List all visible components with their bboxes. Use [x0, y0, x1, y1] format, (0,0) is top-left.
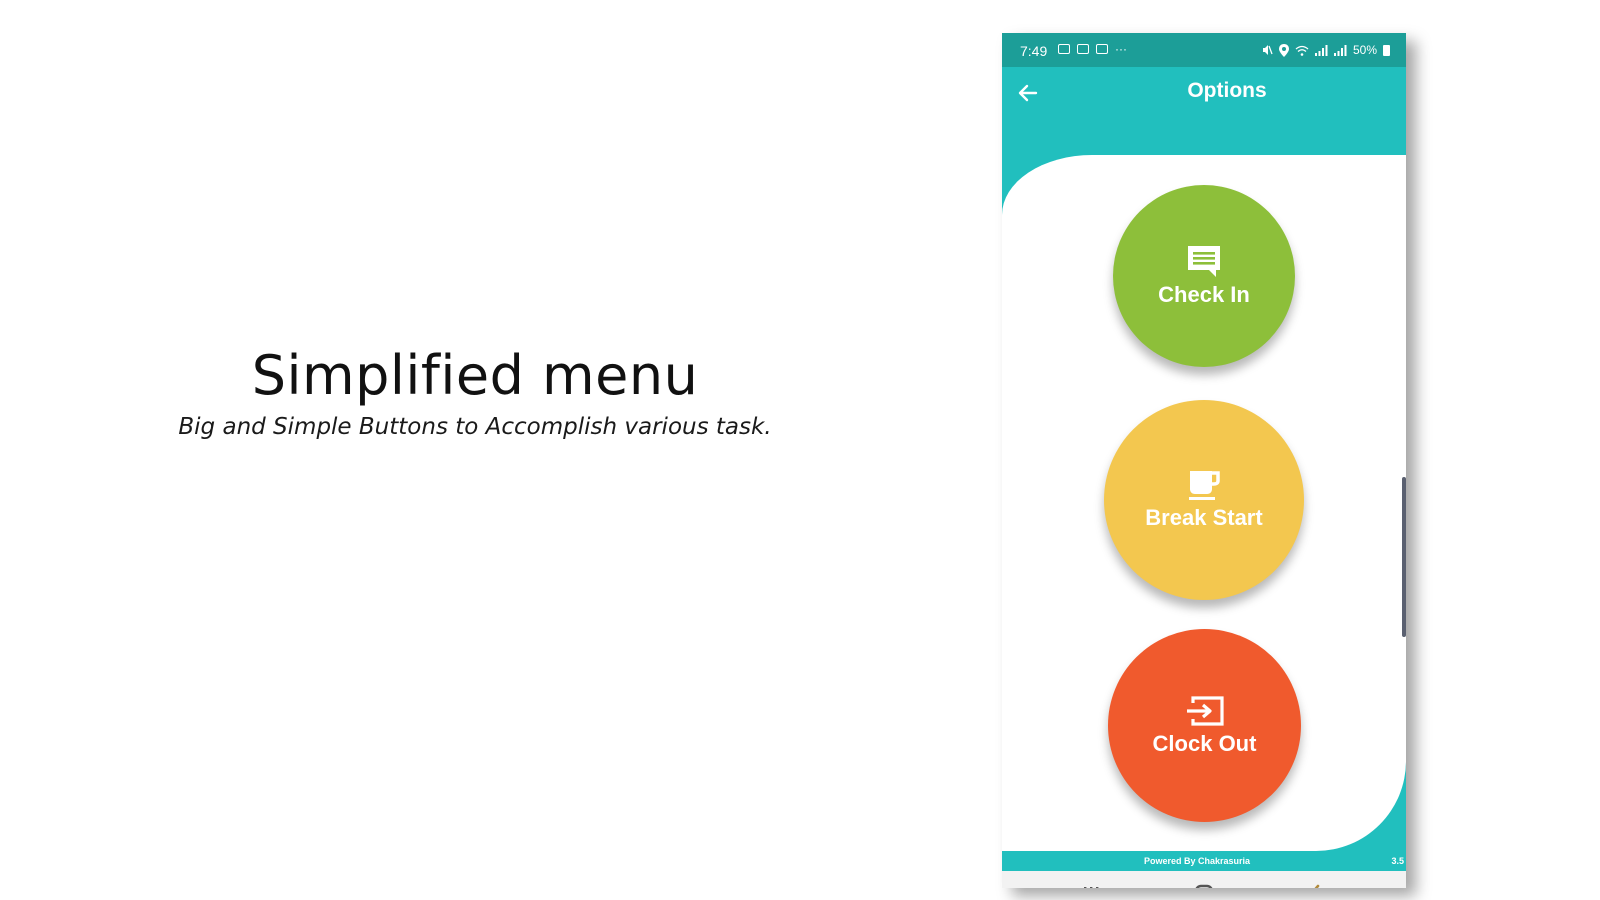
break-start-label: Break Start — [1145, 505, 1263, 530]
sim-icon — [1077, 44, 1089, 54]
gallery-icon — [1058, 44, 1070, 54]
back-chevron-icon[interactable] — [1302, 881, 1328, 888]
check-in-label: Check In — [1158, 282, 1250, 307]
battery-percent: 50% — [1352, 43, 1377, 57]
version-text: 3.5 — [1391, 856, 1404, 866]
slide: Simplified menu Big and Simple Buttons t… — [0, 0, 1600, 900]
system-nav-bar — [1002, 871, 1406, 888]
recents-icon[interactable] — [1078, 881, 1104, 888]
phone-screen: 7:49 ··· 50% Options Check In Break Star… — [1002, 33, 1406, 888]
mute-icon — [1262, 45, 1273, 55]
home-icon[interactable] — [1191, 881, 1217, 888]
signal-icon — [1314, 44, 1328, 56]
location-icon — [1278, 43, 1289, 57]
status-bar: 7:49 ··· 50% — [1002, 33, 1406, 67]
clock-out-button[interactable]: Clock Out — [1108, 629, 1301, 822]
app-title: Options — [1187, 79, 1267, 102]
more-notifications-icon: ··· — [1115, 42, 1127, 56]
wifi-icon — [1295, 45, 1309, 56]
battery-icon — [1383, 44, 1390, 56]
exit-icon — [1186, 695, 1224, 726]
status-icons-right: 50% — [1261, 43, 1390, 57]
lte-signal-icon — [1333, 44, 1347, 56]
break-start-button[interactable]: Break Start — [1104, 400, 1304, 600]
clock-out-label: Clock Out — [1152, 730, 1257, 756]
coffee-cup-icon — [1189, 471, 1220, 500]
footer: Powered By Chakrasuria 3.5 — [1002, 851, 1406, 871]
status-icons-left: ··· — [1058, 42, 1127, 56]
chat-icon — [1188, 246, 1220, 277]
slide-headline: Simplified menu — [251, 344, 699, 407]
status-time: 7:49 — [1020, 43, 1048, 59]
slide-subline: Big and Simple Buttons to Accomplish var… — [178, 414, 772, 440]
calendar-icon — [1096, 44, 1108, 54]
scroll-handle[interactable] — [1402, 477, 1406, 637]
check-in-button[interactable]: Check In — [1113, 185, 1295, 367]
powered-by-text: Powered By Chakrasuria — [1143, 856, 1251, 866]
